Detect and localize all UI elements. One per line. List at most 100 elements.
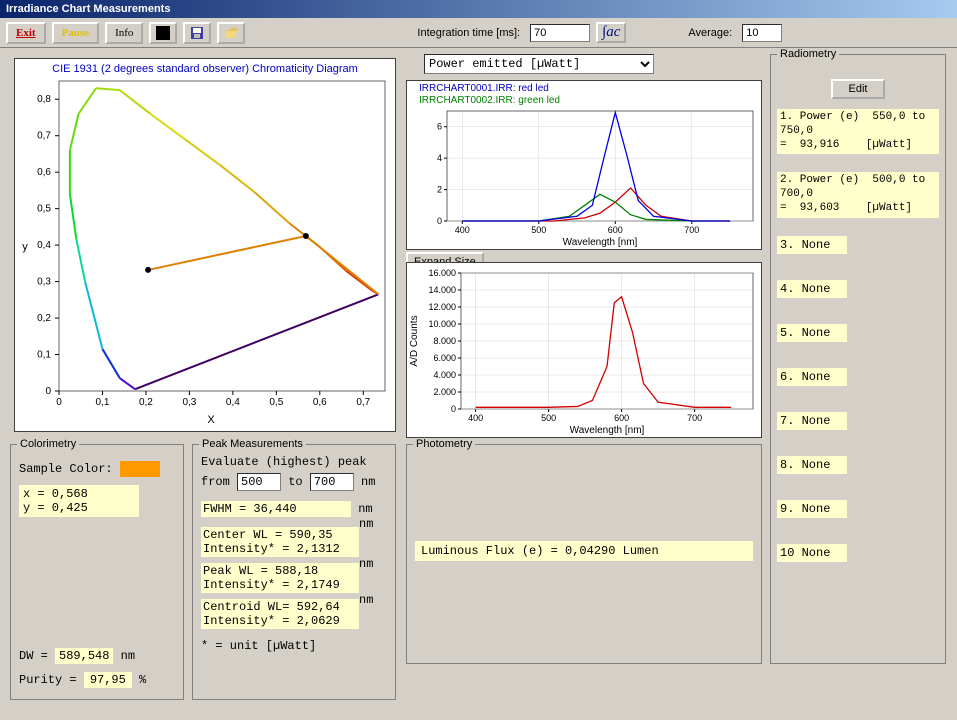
svg-text:0,6: 0,6	[313, 397, 327, 408]
edit-button[interactable]: Edit	[831, 79, 886, 99]
svg-text:0,1: 0,1	[37, 350, 51, 361]
intensity2: Intensity* = 2,1749	[203, 578, 357, 592]
unit3: nm	[359, 593, 373, 607]
svg-text:10.000: 10.000	[428, 319, 456, 329]
to-label: to	[288, 475, 302, 489]
svg-text:2: 2	[437, 185, 442, 195]
fwhm-value: 36,440	[253, 502, 296, 516]
svg-text:0,4: 0,4	[37, 240, 51, 251]
svg-text:0: 0	[437, 216, 442, 226]
colorimetry-legend: Colorimetry	[17, 438, 79, 450]
peak-legend: Peak Measurements	[199, 438, 306, 450]
svg-text:0,4: 0,4	[226, 397, 240, 408]
svg-text:0,7: 0,7	[37, 131, 51, 142]
to-unit: nm	[361, 475, 375, 489]
radiometry-none-row: 7. None	[777, 412, 847, 430]
svg-text:Wavelength [nm]: Wavelength [nm]	[570, 425, 645, 436]
svg-text:8.000: 8.000	[433, 336, 456, 346]
integration-input[interactable]	[530, 24, 590, 42]
sample-color-label: Sample Color:	[19, 462, 113, 476]
radiometry-row: 1. Power (e) 550,0 to 750,0= 93,916 [µWa…	[777, 109, 939, 154]
average-input[interactable]	[742, 24, 782, 42]
fwhm-label: FWHM =	[203, 502, 246, 516]
svg-text:0: 0	[56, 397, 62, 408]
radiometry-none-row: 3. None	[777, 236, 847, 254]
unit1: nm	[359, 517, 373, 531]
peak-wl: Peak WL = 588,18	[203, 564, 357, 578]
svg-text:600: 600	[608, 225, 623, 235]
cie-xlabel: X	[207, 414, 215, 425]
svg-text:14.000: 14.000	[428, 285, 456, 295]
svg-text:0: 0	[451, 404, 456, 414]
purity-label: Purity =	[19, 673, 77, 687]
open-icon[interactable]	[217, 22, 245, 44]
svg-text:0,8: 0,8	[37, 94, 51, 105]
colorimetry-x: x = 0,568	[23, 487, 135, 501]
colorimetry-y: y = 0,425	[23, 501, 135, 515]
purity-value: 97,95	[84, 672, 132, 688]
fwhm-unit: nm	[358, 502, 372, 516]
cie-title: CIE 1931 (2 degrees standard observer) C…	[15, 63, 395, 75]
radiometry-row: 2. Power (e) 500,0 to 700,0= 93,603 [µWa…	[777, 172, 939, 217]
svg-text:2.000: 2.000	[433, 387, 456, 397]
intensity1: Intensity* = 2,1312	[203, 542, 357, 556]
centroid-wl: Centroid WL= 592,64	[203, 600, 357, 614]
svg-text:6: 6	[437, 122, 442, 132]
svg-text:16.000: 16.000	[428, 268, 456, 278]
svg-text:0,7: 0,7	[356, 397, 370, 408]
spectrum-chart-top: IRRCHART0001.IRR: red led IRRCHART0002.I…	[406, 80, 762, 250]
radiometry-none-row: 10 None	[777, 544, 847, 562]
svg-text:0,1: 0,1	[96, 397, 110, 408]
radiometry-none-row: 4. None	[777, 280, 847, 298]
black-swatch-button[interactable]	[149, 22, 177, 44]
dw-label: DW =	[19, 649, 48, 663]
photometry-legend: Photometry	[413, 438, 475, 450]
svg-text:4: 4	[437, 153, 442, 163]
sample-color-swatch	[120, 461, 160, 477]
radiometry-panel: Radiometry Edit 1. Power (e) 550,0 to 75…	[770, 54, 946, 664]
svg-text:700: 700	[684, 225, 699, 235]
photometry-panel: Photometry Luminous Flux (e) = 0,04290 L…	[406, 444, 762, 664]
svg-text:0,6: 0,6	[37, 167, 51, 178]
svg-text:600: 600	[614, 413, 629, 423]
svg-text:0,5: 0,5	[269, 397, 283, 408]
svg-text:500: 500	[531, 225, 546, 235]
peak-footnote: * = unit [µWatt]	[201, 639, 387, 653]
svg-text:0,2: 0,2	[139, 397, 153, 408]
window-title: Irradiance Chart Measurements	[0, 0, 957, 18]
svg-text:400: 400	[455, 225, 470, 235]
purity-unit: %	[139, 673, 146, 687]
sac-button[interactable]: ∫ac	[596, 22, 626, 43]
luminous-flux: Luminous Flux (e) = 0,04290 Lumen	[415, 541, 753, 561]
svg-text:0,3: 0,3	[182, 397, 196, 408]
toolbar: Exit Pause Info Integration time [ms]: ∫…	[0, 18, 957, 48]
dw-value: 589,548	[55, 648, 113, 664]
from-label: from	[201, 475, 230, 489]
integration-label: Integration time [ms]:	[417, 27, 520, 39]
intensity3: Intensity* = 2,0629	[203, 614, 357, 628]
svg-text:6.000: 6.000	[433, 353, 456, 363]
info-button[interactable]: Info	[105, 22, 143, 44]
legend-green: IRRCHART0002.IRR: green led	[419, 95, 560, 106]
cie-chart: CIE 1931 (2 degrees standard observer) C…	[14, 58, 396, 432]
radiometry-none-row: 8. None	[777, 456, 847, 474]
spectrum-chart-bottom: 40050060070002.0004.0006.0008.00010.0001…	[406, 262, 762, 438]
save-icon[interactable]	[183, 22, 211, 44]
power-dropdown[interactable]: Power emitted [µWatt]	[424, 54, 654, 74]
legend-red: IRRCHART0001.IRR: red led	[419, 83, 549, 94]
center-wl: Center WL = 590,35	[203, 528, 357, 542]
svg-text:Wavelength [nm]: Wavelength [nm]	[563, 237, 638, 248]
average-label: Average:	[688, 27, 732, 39]
dw-unit: nm	[121, 649, 135, 663]
unit2: nm	[359, 557, 373, 571]
cie-ylabel: y	[22, 241, 28, 253]
colorimetry-panel: Colorimetry Sample Color: x = 0,568 y = …	[10, 444, 184, 700]
exit-button[interactable]: Exit	[6, 22, 46, 44]
peak-panel: Peak Measurements Evaluate (highest) pea…	[192, 444, 396, 700]
to-input[interactable]	[310, 473, 354, 491]
from-input[interactable]	[237, 473, 281, 491]
peak-eval-line: Evaluate (highest) peak	[201, 455, 387, 469]
svg-text:0,3: 0,3	[37, 277, 51, 288]
svg-text:0,5: 0,5	[37, 204, 51, 215]
pause-button[interactable]: Pause	[52, 22, 100, 44]
